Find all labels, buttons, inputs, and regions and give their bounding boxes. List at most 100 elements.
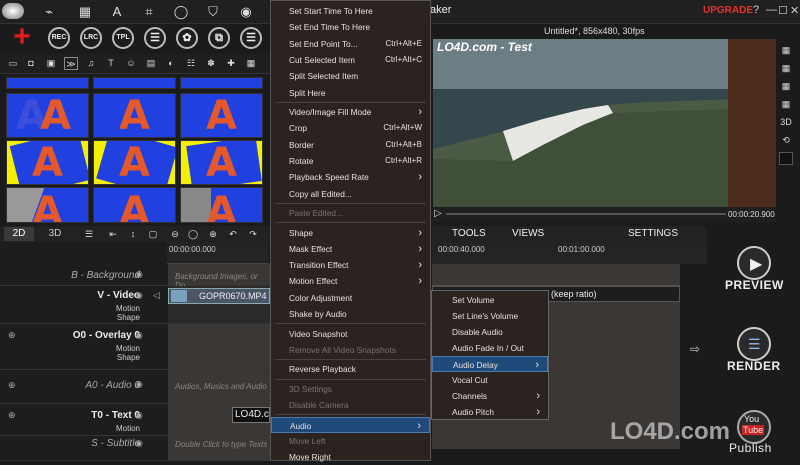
timeline-icon[interactable]: ▦ [76, 3, 94, 21]
undo-icon[interactable]: ↶ [226, 228, 240, 241]
align-icon[interactable]: ⇤ [106, 228, 120, 241]
effects-button[interactable]: ✿ [176, 27, 198, 49]
grid-icon[interactable]: ▦ [244, 57, 258, 70]
film-strip-icon[interactable]: ▤ [144, 57, 158, 70]
puzzle-icon[interactable]: ✚ [224, 57, 238, 70]
transition-thumb[interactable]: A [180, 140, 263, 185]
grid-icon[interactable]: ▦ [779, 62, 793, 75]
emoji-icon[interactable]: ☺ [124, 57, 138, 70]
menu-item-video-image-fill-mode[interactable]: Video/Image Fill Mode › [271, 104, 430, 120]
menu-item-color-adjustment[interactable]: Color Adjustment [271, 290, 430, 306]
close-button[interactable]: ✕ [790, 4, 799, 17]
text-icon[interactable]: A [108, 3, 126, 21]
upgrade-button[interactable]: UPGRADE [703, 5, 753, 16]
submenu-item-audio-delay[interactable]: Audio Delay › [432, 356, 548, 372]
eye-icon[interactable]: ◉ [135, 410, 143, 421]
preview-label[interactable]: PREVIEW [725, 278, 784, 292]
submenu-item-vocal-cut[interactable]: Vocal Cut [432, 372, 548, 388]
track-audio[interactable]: ⊕ A0 - Audio 0 ◉ Audios, Musics and Audi… [0, 370, 270, 404]
submenu-item-disable-audio[interactable]: Disable Audio [432, 324, 548, 340]
rec-button[interactable]: REC [48, 27, 70, 49]
help-button[interactable]: ? [753, 4, 759, 16]
grid-icon[interactable]: ▦ [779, 98, 793, 111]
track-overlay[interactable]: ⊕ O0 - Overlay 0 Motion Shape ◉ [0, 324, 270, 370]
submenu-item-channels[interactable]: Channels › [432, 388, 548, 404]
menu-item-split-here[interactable]: Split Here [271, 85, 430, 101]
tab-3d[interactable]: 3D [40, 227, 70, 241]
track-video[interactable]: V - Video Motion Shape ◉ ◁ GOPR0670.MP4 [0, 286, 270, 324]
tab-2d[interactable]: 2D [4, 227, 34, 241]
lrc-button[interactable]: LRC [80, 27, 102, 49]
grid-icon[interactable]: ▦ [779, 80, 793, 93]
eye-icon[interactable]: ◉ [135, 330, 143, 341]
3d-icon[interactable]: 3D [779, 116, 793, 129]
flower-icon[interactable]: ✽ [204, 57, 218, 70]
tab-views[interactable]: VIEWS [512, 228, 544, 239]
zoom-reset-icon[interactable]: ◯ [186, 228, 200, 241]
music-icon[interactable]: ♫ [84, 57, 98, 70]
menu-item-motion-effect[interactable]: Motion Effect › [271, 273, 430, 289]
menu-item-transition-effect[interactable]: Transition Effect › [271, 257, 430, 273]
eye-icon[interactable]: ◉ [135, 438, 143, 449]
eye-icon[interactable]: ◉ [135, 379, 143, 390]
play-icon[interactable]: ▷ [434, 208, 442, 219]
zoom-in-icon[interactable]: ⊕ [206, 228, 220, 241]
camera-icon[interactable]: ◘ [24, 57, 38, 70]
menu-item-split-selected-item[interactable]: Split Selected Item [271, 68, 430, 84]
seek-bar[interactable] [446, 213, 726, 215]
menu-item-shake-by-audio[interactable]: Shake by Audio [271, 306, 430, 322]
menu-item-border[interactable]: Border Ctrl+Alt+B [271, 137, 430, 153]
add-media-button[interactable]: + [10, 22, 34, 52]
eye-icon[interactable]: ◉ [135, 269, 143, 280]
menu-item-set-start-time-to-here[interactable]: Set Start Time To Here [271, 3, 430, 19]
square-icon[interactable] [779, 152, 793, 165]
track-subtitle[interactable]: S - Subtitle ◉ Double Click to type Text… [0, 436, 270, 461]
transition-thumb[interactable]: A [180, 93, 263, 138]
speaker-icon[interactable]: ◁ [153, 290, 160, 301]
minimize-button[interactable]: — [766, 4, 777, 16]
transition-thumb[interactable]: A [6, 187, 89, 223]
menu-item-set-end-point-to[interactable]: Set End Point To... Ctrl+Alt+E [271, 36, 430, 52]
tab-tools[interactable]: TOOLS [452, 228, 486, 239]
track-list-icon[interactable]: ☰ [82, 228, 96, 241]
zoom-out-icon[interactable]: ⊖ [168, 228, 182, 241]
list-icon[interactable]: ☷ [184, 57, 198, 70]
film-icon[interactable]: ▭ [6, 57, 20, 70]
transition-thumb[interactable]: A [6, 140, 89, 185]
image-icon[interactable]: ▣ [44, 57, 58, 70]
submenu-item-set-volume[interactable]: Set Volume [432, 292, 548, 308]
contrast-icon[interactable]: ◐ [164, 57, 178, 70]
transition-thumb[interactable]: A [93, 140, 176, 185]
submenu-item-audio-fade-in-out[interactable]: Audio Fade In / Out [432, 340, 548, 356]
timeline-ruler[interactable]: 00:00:00.000 [167, 242, 269, 264]
menu-item-move-right[interactable]: Move Right [271, 449, 430, 465]
transition-thumb[interactable]: AA [6, 93, 89, 138]
crop-icon[interactable]: ⌗ [140, 3, 158, 21]
track-text[interactable]: ⊕ T0 - Text 0 Motion ◉ LO4D.c [0, 404, 270, 436]
transition-thumb[interactable] [93, 77, 176, 89]
menu-item-shape[interactable]: Shape › [271, 225, 430, 241]
globe-icon[interactable]: ◉ [237, 3, 255, 21]
eye-icon[interactable]: ◉ [135, 290, 143, 301]
submenu-item-set-line-s-volume[interactable]: Set Line's Volume [432, 308, 548, 324]
magnet-icon[interactable]: ⌁ [40, 3, 58, 21]
tab-settings[interactable]: SETTINGS [628, 228, 678, 239]
fit-icon[interactable]: ▢ [146, 228, 160, 241]
video-preview[interactable] [433, 39, 732, 207]
maximize-button[interactable]: ☐ [778, 4, 788, 17]
refresh-icon[interactable]: ⟲ [779, 134, 793, 147]
transition-thumb[interactable]: A [180, 187, 263, 223]
filmstrip-button[interactable]: ⧉ [208, 27, 230, 49]
text-style-icon[interactable]: T [104, 57, 118, 70]
menu-item-crop[interactable]: Crop Ctrl+Alt+W [271, 120, 430, 136]
menu-item-video-snapshot[interactable]: Video Snapshot [271, 326, 430, 342]
shirt-icon[interactable]: ⛉ [204, 3, 222, 21]
youtube-button[interactable]: You Tube [737, 410, 771, 444]
menu-item-rotate[interactable]: Rotate Ctrl+Alt+R [271, 153, 430, 169]
tpl-button[interactable]: TPL [112, 27, 134, 49]
menu-item-copy-all-edited[interactable]: Copy all Edited... [271, 186, 430, 202]
menu-item-mask-effect[interactable]: Mask Effect › [271, 241, 430, 257]
video-clip[interactable]: GOPR0670.MP4 [168, 288, 270, 304]
transition-thumb[interactable] [180, 77, 263, 89]
grid-icon[interactable]: ▦ [779, 44, 793, 57]
